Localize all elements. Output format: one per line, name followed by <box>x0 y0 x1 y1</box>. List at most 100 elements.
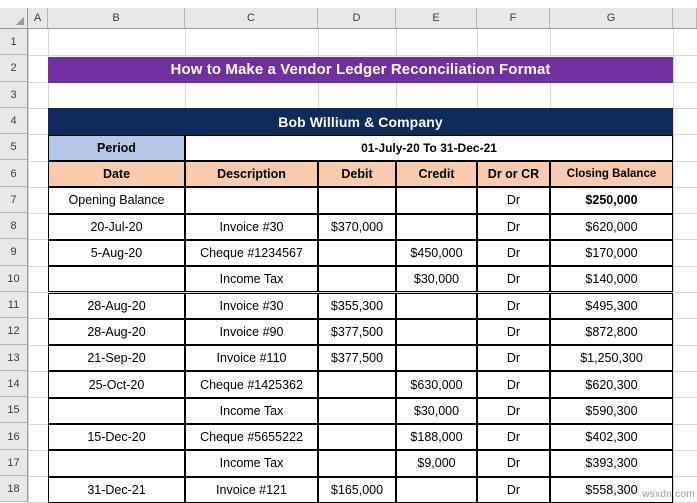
cell-dr-or-cr[interactable]: Dr <box>477 345 550 372</box>
cell-debit[interactable]: $377,500 <box>318 318 396 346</box>
row-header-3[interactable]: 3 <box>0 81 27 108</box>
cell-debit[interactable] <box>318 450 396 477</box>
cell-description[interactable]: Invoice #30 <box>185 213 318 240</box>
cell-date[interactable]: 31-Dec-21 <box>48 476 185 503</box>
cell-debit[interactable] <box>318 266 396 293</box>
cell-dr-or-cr[interactable]: Dr <box>477 266 550 293</box>
cell-closing-balance[interactable]: $250,000 <box>550 187 673 214</box>
cell-debit[interactable] <box>318 397 396 424</box>
cell-date[interactable] <box>48 266 185 293</box>
row-header-11[interactable]: 11 <box>0 292 27 319</box>
column-header-b[interactable]: B <box>48 8 185 28</box>
row-header-13[interactable]: 13 <box>0 344 27 371</box>
cell-debit[interactable] <box>318 424 396 451</box>
cell-description[interactable]: Income Tax <box>185 397 318 424</box>
cell-closing-balance[interactable]: $590,300 <box>550 397 673 424</box>
cell-credit[interactable]: $630,000 <box>396 371 477 398</box>
row-header-9[interactable]: 9 <box>0 239 27 266</box>
column-header-d[interactable]: D <box>318 8 396 28</box>
cell-credit[interactable]: $30,000 <box>396 266 477 293</box>
cell-credit[interactable] <box>396 292 477 319</box>
cell-debit[interactable]: $377,500 <box>318 345 396 372</box>
company-name-banner: Bob Willium & Company <box>48 108 673 135</box>
cell-dr-or-cr[interactable]: Dr <box>477 397 550 424</box>
cell-closing-balance[interactable]: $1,250,300 <box>550 345 673 372</box>
cell-debit[interactable]: $355,300 <box>318 292 396 319</box>
cell-credit[interactable]: $450,000 <box>396 239 477 267</box>
cell-description[interactable]: Invoice #90 <box>185 318 318 346</box>
select-all-corner[interactable] <box>0 8 28 28</box>
column-header-e[interactable]: E <box>396 8 477 28</box>
cell-debit[interactable]: $165,000 <box>318 476 396 503</box>
cell-dr-or-cr[interactable]: Dr <box>477 213 550 240</box>
grid-line-horizontal <box>28 55 697 57</box>
cell-date[interactable]: 28-Aug-20 <box>48 318 185 346</box>
cell-description[interactable]: Cheque #1425362 <box>185 371 318 398</box>
row-header-17[interactable]: 17 <box>0 449 27 477</box>
cell-date[interactable] <box>48 450 185 477</box>
cell-debit[interactable] <box>318 371 396 398</box>
cell-closing-balance[interactable]: $620,000 <box>550 213 673 240</box>
row-header-15[interactable]: 15 <box>0 397 27 424</box>
cell-description[interactable]: Invoice #110 <box>185 345 318 372</box>
row-header-6[interactable]: 6 <box>0 160 27 187</box>
column-header-g[interactable]: G <box>550 8 673 28</box>
cell-debit[interactable]: $370,000 <box>318 213 396 240</box>
row-header-4[interactable]: 4 <box>0 107 27 135</box>
row-header-7[interactable]: 7 <box>0 186 27 214</box>
cell-dr-or-cr[interactable]: Dr <box>477 424 550 451</box>
cell-date[interactable]: Opening Balance <box>48 187 185 214</box>
cell-closing-balance[interactable]: $620,300 <box>550 371 673 398</box>
cell-closing-balance[interactable]: $393,300 <box>550 450 673 477</box>
cell-date[interactable]: 20-Jul-20 <box>48 213 185 240</box>
cell-closing-balance[interactable]: $872,800 <box>550 318 673 346</box>
row-header-12[interactable]: 12 <box>0 318 27 345</box>
cell-dr-or-cr[interactable]: Dr <box>477 239 550 267</box>
cell-dr-or-cr[interactable]: Dr <box>477 371 550 398</box>
cell-credit[interactable] <box>396 318 477 346</box>
row-header-18[interactable]: 18 <box>0 476 27 503</box>
cell-description[interactable]: Income Tax <box>185 266 318 293</box>
cell-dr-or-cr[interactable]: Dr <box>477 187 550 214</box>
cell-credit[interactable] <box>396 476 477 503</box>
column-header-partial[interactable] <box>673 8 697 28</box>
column-header-a[interactable]: A <box>28 8 48 28</box>
row-header-1[interactable]: 1 <box>0 29 27 56</box>
cell-date[interactable]: 21-Sep-20 <box>48 345 185 372</box>
cell-date[interactable]: 25-Oct-20 <box>48 371 185 398</box>
cell-description[interactable]: Invoice #30 <box>185 292 318 319</box>
cell-credit[interactable]: $9,000 <box>396 450 477 477</box>
column-header-c[interactable]: C <box>185 8 318 28</box>
row-header-8[interactable]: 8 <box>0 213 27 240</box>
cell-date[interactable] <box>48 397 185 424</box>
cell-date[interactable]: 5-Aug-20 <box>48 239 185 267</box>
cell-description[interactable]: Cheque #5655222 <box>185 424 318 451</box>
cell-date[interactable]: 28-Aug-20 <box>48 292 185 319</box>
cell-debit[interactable] <box>318 187 396 214</box>
cell-credit[interactable] <box>396 187 477 214</box>
cell-credit[interactable] <box>396 213 477 240</box>
cell-description[interactable]: Income Tax <box>185 450 318 477</box>
column-header-f[interactable]: F <box>477 8 550 28</box>
cell-description[interactable]: Invoice #121 <box>185 476 318 503</box>
cell-credit[interactable] <box>396 345 477 372</box>
row-header-16[interactable]: 16 <box>0 423 27 450</box>
row-header-2[interactable]: 2 <box>0 55 27 82</box>
cell-date[interactable]: 15-Dec-20 <box>48 424 185 451</box>
row-header-14[interactable]: 14 <box>0 370 27 398</box>
cell-closing-balance[interactable]: $495,300 <box>550 292 673 319</box>
cell-credit[interactable]: $30,000 <box>396 397 477 424</box>
cell-dr-or-cr[interactable]: Dr <box>477 476 550 503</box>
cell-description[interactable]: Cheque #1234567 <box>185 239 318 267</box>
cell-dr-or-cr[interactable]: Dr <box>477 318 550 346</box>
cell-debit[interactable] <box>318 239 396 267</box>
cell-credit[interactable]: $188,000 <box>396 424 477 451</box>
cell-dr-or-cr[interactable]: Dr <box>477 450 550 477</box>
cell-closing-balance[interactable]: $140,000 <box>550 266 673 293</box>
row-header-5[interactable]: 5 <box>0 134 27 161</box>
row-header-10[interactable]: 10 <box>0 265 27 292</box>
cell-closing-balance[interactable]: $170,000 <box>550 239 673 267</box>
cell-closing-balance[interactable]: $402,300 <box>550 424 673 451</box>
cell-description[interactable] <box>185 187 318 214</box>
cell-dr-or-cr[interactable]: Dr <box>477 292 550 319</box>
